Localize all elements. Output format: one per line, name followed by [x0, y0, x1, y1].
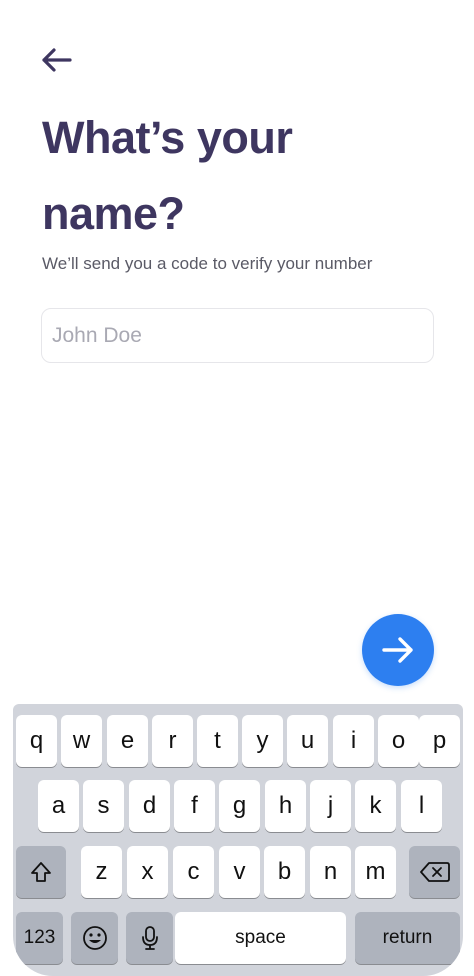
key-i[interactable]: i: [333, 715, 374, 767]
key-u[interactable]: u: [287, 715, 328, 767]
shift-key[interactable]: [16, 846, 66, 898]
emoji-icon: [82, 926, 107, 950]
key-z[interactable]: z: [81, 846, 122, 898]
key-n[interactable]: n: [310, 846, 351, 898]
key-v[interactable]: v: [219, 846, 260, 898]
backspace-icon: [419, 862, 450, 882]
key-t[interactable]: t: [197, 715, 238, 767]
return-key[interactable]: return: [355, 912, 460, 964]
page-subtitle: We’ll send you a code to verify your num…: [42, 254, 373, 273]
microphone-key[interactable]: [126, 912, 173, 964]
space-key[interactable]: space: [175, 912, 346, 964]
key-q[interactable]: q: [16, 715, 57, 767]
microphone-icon: [141, 926, 158, 950]
key-r[interactable]: r: [152, 715, 193, 767]
key-x[interactable]: x: [127, 846, 168, 898]
back-button[interactable]: [38, 44, 74, 76]
delete-key[interactable]: [409, 846, 460, 898]
arrow-left-icon: [42, 48, 72, 72]
key-c[interactable]: c: [173, 846, 214, 898]
name-input[interactable]: [41, 308, 434, 363]
key-p[interactable]: p: [419, 715, 460, 767]
page-title: What’s your name?: [42, 112, 293, 239]
key-b[interactable]: b: [264, 846, 305, 898]
key-a[interactable]: a: [38, 780, 79, 832]
next-button[interactable]: [362, 614, 434, 686]
key-l[interactable]: l: [401, 780, 442, 832]
key-w[interactable]: w: [61, 715, 102, 767]
key-o[interactable]: o: [378, 715, 419, 767]
onscreen-keyboard: q w e r t y u i o p a s d f g h j k l z …: [13, 704, 463, 976]
numbers-key[interactable]: 123: [16, 912, 63, 964]
key-y[interactable]: y: [242, 715, 283, 767]
key-h[interactable]: h: [265, 780, 306, 832]
key-g[interactable]: g: [219, 780, 260, 832]
key-d[interactable]: d: [129, 780, 170, 832]
emoji-key[interactable]: [71, 912, 118, 964]
arrow-right-icon: [382, 637, 413, 663]
key-f[interactable]: f: [174, 780, 215, 832]
key-j[interactable]: j: [310, 780, 351, 832]
key-e[interactable]: e: [107, 715, 148, 767]
key-s[interactable]: s: [83, 780, 124, 832]
key-k[interactable]: k: [355, 780, 396, 832]
shift-icon: [31, 862, 51, 882]
key-m[interactable]: m: [355, 846, 396, 898]
